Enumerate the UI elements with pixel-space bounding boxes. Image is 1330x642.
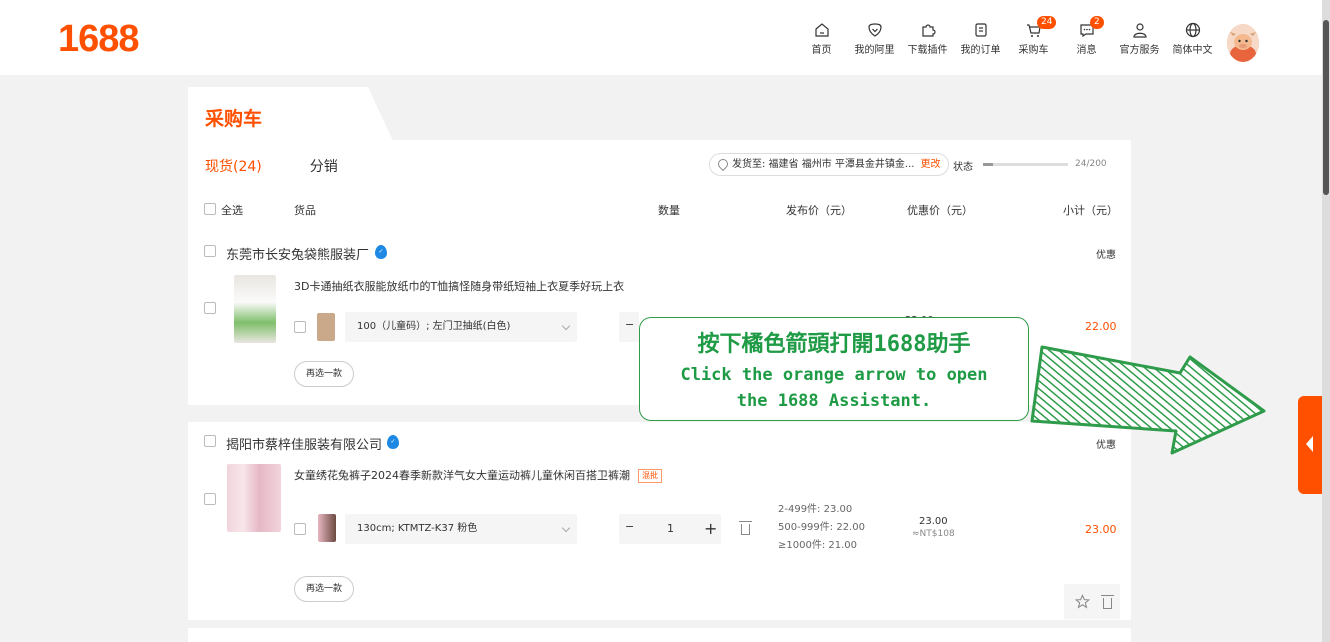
puzzle-icon (921, 24, 936, 37)
sku-image (318, 514, 336, 542)
nav-my-orders[interactable]: 我的订单 (954, 22, 1007, 56)
store-name[interactable]: 揭阳市蔡梓佳服装有限公司 (226, 434, 382, 453)
nav-cart[interactable]: 采购车 24 (1007, 16, 1060, 56)
tutorial-text-en-1: Click the orange arrow to open (680, 365, 988, 385)
chevron-down-icon (561, 523, 571, 533)
star-favorite-icon[interactable] (1075, 594, 1090, 609)
nav-language[interactable]: 简体中文 (1166, 22, 1219, 56)
mixed-batch-tag: 混批 (638, 469, 662, 483)
nav-my-ali[interactable]: 我的阿里 (848, 22, 901, 56)
nav-home[interactable]: 首页 (795, 22, 848, 56)
tutorial-text-en-2: the 1688 Assistant. (736, 391, 932, 411)
tutorial-callout: 按下橘色箭頭打開1688助手 Click the orange arrow to… (639, 317, 1029, 421)
sku-select[interactable]: 100（儿童码）; 左门卫抽纸(白色) (345, 312, 577, 342)
col-list-price: 发布价（元） (786, 204, 852, 217)
select-all-label: 全选 (221, 204, 243, 217)
delete-icon[interactable] (1101, 595, 1114, 609)
quantity-stepper[interactable]: − 1 + (619, 514, 721, 544)
cart-capacity-fill (983, 163, 994, 166)
sku-select[interactable]: 130cm; KTMTZ-K37 粉色 (345, 514, 577, 544)
chevron-down-icon (561, 321, 571, 331)
message-count-badge: 2 (1090, 16, 1104, 29)
nav-messages[interactable]: 消息 2 (1060, 16, 1113, 56)
home-icon (814, 23, 829, 37)
cart-capacity-count: 24/200 (1075, 159, 1107, 169)
status-label: 状态 (953, 162, 973, 173)
location-pin-icon (715, 156, 731, 172)
quantity-value[interactable]: 1 (667, 522, 674, 535)
cart-capacity-bar (983, 163, 1068, 166)
select-all-checkbox[interactable] (204, 203, 216, 215)
top-nav: 首页 我的阿里 下载插件 我的订单 采购车 24 消息 2 官方服务 简体中文 (795, 16, 1219, 56)
store-block-3 (188, 628, 1131, 642)
plus-icon[interactable]: + (704, 519, 717, 538)
avatar[interactable] (1227, 24, 1259, 62)
order-icon (974, 23, 987, 37)
sku-checkbox[interactable] (294, 523, 306, 535)
delete-icon[interactable] (739, 521, 752, 535)
store-promo[interactable]: 优惠 (1096, 246, 1116, 261)
tier-price-list: 2-499件: 23.00 500-999件: 22.00 ≥1000件: 21… (778, 504, 865, 551)
row-actions (1064, 584, 1120, 619)
col-quantity: 数量 (658, 204, 680, 217)
minus-icon[interactable]: − (625, 520, 634, 533)
store-level-badge-icon: ✓ (375, 245, 387, 259)
reselect-button[interactable]: 再选一款 (294, 576, 355, 602)
promo-price: 23.00 ≈NT$108 (912, 516, 955, 539)
reselect-button[interactable]: 再选一款 (294, 361, 355, 387)
store-name[interactable]: 东莞市长安兔袋熊服装厂 (226, 244, 369, 263)
product-title[interactable]: 3D卡通抽纸衣服能放纸巾的T恤搞怪随身带纸短袖上衣夏季好玩上衣 (294, 278, 624, 294)
product-image[interactable] (234, 275, 276, 343)
product-title[interactable]: 女童绣花兔裤子2024春季新款洋气女大童运动裤儿童休闲百搭卫裤潮 混批 (294, 467, 662, 483)
scrollbar-thumb[interactable] (1323, 20, 1329, 195)
col-subtotal: 小计（元） (1063, 204, 1118, 217)
quantity-stepper[interactable]: − (619, 312, 639, 342)
sku-checkbox[interactable] (294, 321, 306, 333)
product-checkbox[interactable] (204, 493, 216, 505)
col-promo-price: 优惠价（元） (907, 204, 973, 217)
cart-count-badge: 24 (1037, 16, 1057, 29)
change-address-link[interactable]: 更改 (920, 159, 940, 170)
assistant-drawer-toggle[interactable] (1298, 396, 1322, 494)
globe-icon (1185, 22, 1200, 38)
site-logo[interactable]: 1688 (58, 18, 140, 61)
subtotal: 23.00 (1085, 523, 1117, 536)
page-title: 采购车 (205, 108, 263, 130)
user-icon (1132, 23, 1147, 38)
cow-avatar-icon (1227, 24, 1259, 62)
page-scrollbar[interactable] (1322, 0, 1330, 642)
sku-image (317, 313, 335, 341)
tutorial-text-zh: 按下橘色箭頭打開1688助手 (697, 332, 971, 357)
tutorial-arrow-icon (1030, 345, 1266, 455)
heart-shield-icon (867, 23, 882, 37)
nav-official-service[interactable]: 官方服务 (1113, 22, 1166, 56)
arrow-left-icon (1306, 436, 1313, 452)
store-level-badge-icon: ✓ (387, 435, 399, 449)
nav-download-plugin[interactable]: 下载插件 (901, 22, 954, 56)
top-header: 1688 首页 我的阿里 下载插件 我的订单 采购车 24 消息 2 官方服务 … (0, 0, 1322, 75)
shipping-address[interactable]: 发货至: 福建省 福州市 平潭县金井镇金... 更改 (709, 153, 950, 176)
cart-subtabs: 现货(24) 分销 (205, 156, 338, 176)
product-checkbox[interactable] (204, 302, 216, 314)
tab-distribution[interactable]: 分销 (310, 156, 338, 176)
tab-in-stock[interactable]: 现货(24) (205, 156, 262, 176)
col-product: 货品 (294, 204, 316, 217)
cart-title-tab-slope (368, 87, 393, 141)
product-image[interactable] (227, 464, 281, 532)
subtotal: 22.00 (1085, 320, 1117, 333)
cart-header-card (188, 140, 1131, 232)
store-checkbox[interactable] (204, 245, 216, 257)
store-checkbox[interactable] (204, 435, 216, 447)
minus-icon[interactable]: − (625, 318, 634, 331)
